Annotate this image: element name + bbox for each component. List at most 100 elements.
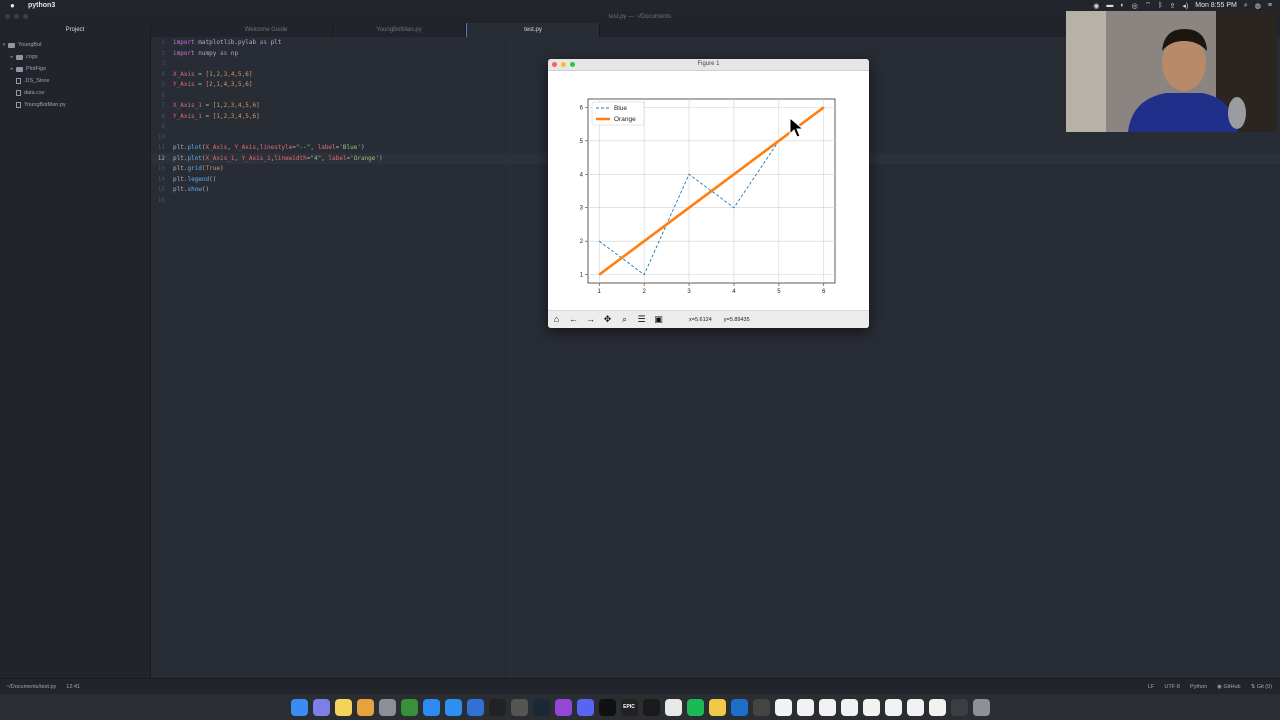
code-lines[interactable]: 1 import matplotlib.pylab as plt 2 import n… (151, 38, 383, 206)
safari-icon[interactable] (444, 698, 462, 716)
tab-test-py[interactable]: test.py (466, 23, 600, 37)
code-line[interactable]: 8 Y_Axis_1 = [1,2,3,4,5,6] (151, 112, 383, 123)
code-line[interactable]: 12 plt.plot(X_Axis_1, Y_Axis_1,linewidth=… (151, 154, 383, 165)
code-line[interactable]: 1 import matplotlib.pylab as plt (151, 38, 383, 49)
tree-item-youngbotman-py[interactable]: YoungBotMan.py (0, 99, 150, 111)
podcasts-icon[interactable] (554, 698, 572, 716)
save-icon[interactable]: ▣ (650, 311, 667, 328)
tree-item-ds-store[interactable]: .DS_Store (0, 75, 150, 87)
steam-icon[interactable] (532, 698, 550, 716)
grammar[interactable]: Python (1190, 684, 1207, 690)
tree-item-plotfigs[interactable]: ▸ PlotFigs (0, 63, 150, 75)
notes-icon[interactable] (334, 698, 352, 716)
code-line[interactable]: 5 Y_Axis = [2,1,4,3,5,6] (151, 80, 383, 91)
pan-icon[interactable]: ✥ (599, 311, 616, 328)
unity-icon[interactable] (488, 698, 506, 716)
back-icon[interactable]: ← (565, 311, 582, 328)
terminal-icon[interactable] (642, 698, 660, 716)
line-chart[interactable]: 1 2 3 4 5 6 1 2 3 4 5 6 Blue Orange (548, 71, 869, 311)
tab-youngbotman[interactable]: YoungBotMan.py (333, 23, 466, 37)
menu-app-name[interactable]: python3 (28, 2, 55, 9)
siri-icon[interactable] (312, 698, 330, 716)
document-icon[interactable] (884, 698, 902, 716)
forward-icon[interactable]: → (582, 311, 599, 328)
code-line[interactable]: 7 X_Axis_1 = [1,2,3,4,5,6] (151, 101, 383, 112)
document-icon[interactable] (840, 698, 858, 716)
figure-window[interactable]: Figure 1 1 2 3 4 5 6 1 2 3 4 5 6 Blue Orange ⌂ ← → ✥ … (548, 59, 869, 328)
figure-close-button[interactable] (552, 62, 557, 67)
folder-icon (16, 66, 23, 72)
apple-tv-icon[interactable] (598, 698, 616, 716)
volume-icon[interactable]: ◂) (1182, 2, 1188, 10)
close-button[interactable] (5, 14, 10, 19)
code-line[interactable]: 10 (151, 133, 383, 144)
apple-icon[interactable]: ● (10, 1, 18, 10)
screen-icon[interactable]: ▬ (1106, 2, 1113, 9)
photos-icon[interactable] (356, 698, 374, 716)
code-line[interactable]: 3 (151, 59, 383, 70)
document-icon[interactable] (906, 698, 924, 716)
document-icon[interactable] (818, 698, 836, 716)
tree-item-cogs[interactable]: ▸ cogs (0, 51, 150, 63)
cursor-position[interactable]: 12:41 (66, 684, 80, 690)
clock[interactable]: Mon 8:55 PM (1195, 2, 1237, 9)
xcode-icon[interactable] (466, 698, 484, 716)
document-icon[interactable] (774, 698, 792, 716)
tree-item-youngbot[interactable]: ▾ YoungBot (0, 39, 150, 51)
menu-icon[interactable]: ≡ (1268, 2, 1272, 9)
line-ending[interactable]: LF (1148, 684, 1154, 690)
chrome-icon[interactable] (400, 698, 418, 716)
github-button[interactable]: ◉ GitHub (1217, 684, 1240, 690)
minimize-button[interactable] (14, 14, 19, 19)
code-line[interactable]: 2 import numpy as np (151, 49, 383, 60)
code-line[interactable]: 9 (151, 122, 383, 133)
airplay-icon[interactable]: ◎ (1132, 2, 1138, 10)
code-line[interactable]: 13 plt.grid(True) (151, 164, 383, 175)
trash-icon[interactable] (972, 698, 990, 716)
app-store-icon[interactable] (422, 698, 440, 716)
zoom-icon[interactable]: ⌕ (616, 311, 633, 328)
search-icon[interactable]: ⌕ (1244, 2, 1248, 10)
home-icon[interactable]: ⌂ (548, 311, 565, 328)
document-icon[interactable] (928, 698, 946, 716)
configure-icon[interactable]: ☰ (633, 311, 650, 328)
code-line[interactable]: 11 plt.plot(X_Axis, Y_Axis,linestyle="--"… (151, 143, 383, 154)
tab-project[interactable]: Project (0, 23, 151, 37)
code-line[interactable]: 16 (151, 196, 383, 207)
spotify-icon[interactable] (686, 698, 704, 716)
pen-icon[interactable] (752, 698, 770, 716)
figure-zoom-button[interactable] (570, 62, 575, 67)
code-line[interactable]: 6 (151, 91, 383, 102)
system-preferences-icon[interactable] (378, 698, 396, 716)
code-line[interactable]: 4 X_Axis = [1,2,3,4,5,6] (151, 70, 383, 81)
upload-icon[interactable]: ⇪ (1170, 2, 1176, 10)
tree-item-label: .DS_Store (24, 78, 50, 84)
tab-welcome-guide[interactable]: Welcome Guide (200, 23, 333, 37)
discord-icon[interactable] (576, 698, 594, 716)
code-line[interactable]: 14 plt.legend() (151, 175, 383, 186)
git-button[interactable]: ⇅ Git (0) (1251, 684, 1272, 690)
file-path[interactable]: ~/Documents/test.py (6, 684, 56, 690)
record-icon[interactable]: ◉ (1093, 2, 1099, 10)
edge-icon[interactable] (730, 698, 748, 716)
bluetooth-icon[interactable]: ᛒ (1158, 2, 1162, 9)
siri-icon[interactable]: ◍ (1255, 2, 1261, 10)
wifi-icon[interactable]: ⌔ (1145, 1, 1152, 10)
screenshot-icon[interactable] (950, 698, 968, 716)
preview-icon[interactable] (708, 698, 726, 716)
line-number: 6 (161, 91, 165, 99)
tree-item-data-csv[interactable]: data.csv (0, 87, 150, 99)
encoding[interactable]: UTF-8 (1164, 684, 1180, 690)
figure-minimize-button[interactable] (561, 62, 566, 67)
textedit-icon[interactable] (664, 698, 682, 716)
status-bar-right: LF UTF-8 Python ◉ GitHub ⇅ Git (0) (1148, 684, 1280, 690)
code-text: X_Axis_1 = [1,2,3,4,5,6] (173, 102, 260, 109)
zoom-button[interactable] (23, 14, 28, 19)
code-line[interactable]: 15 plt.show() (151, 185, 383, 196)
document-icon[interactable] (862, 698, 880, 716)
help-icon[interactable] (510, 698, 528, 716)
epic-games-icon[interactable]: EPIC (620, 698, 638, 716)
finder-icon[interactable] (290, 698, 308, 716)
camera-icon[interactable]: ◐ (1120, 2, 1124, 9)
document-icon[interactable] (796, 698, 814, 716)
